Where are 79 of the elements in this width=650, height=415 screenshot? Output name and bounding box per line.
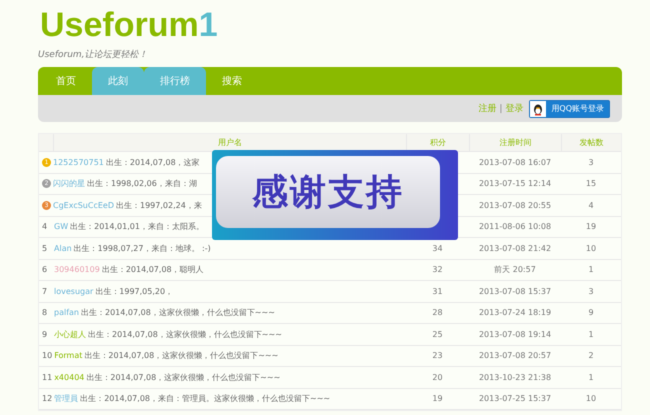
- posts-cell-text: 10: [584, 394, 598, 404]
- rank-number: 9: [42, 330, 48, 339]
- rank-number: 10: [42, 351, 52, 360]
- user-name-link[interactable]: Alan: [54, 244, 72, 253]
- registered-cell-text: 2013-07-08 16:07: [478, 158, 552, 167]
- user-name-link[interactable]: 闪闪的星: [53, 178, 85, 190]
- rank-number: 4: [42, 222, 48, 232]
- user-bio: 出生：2014,07,08，来自：管理員。这家伙很懒，什么也没留下~~~: [80, 393, 330, 404]
- user-bio: 出生：2014,07,08，这家伙很懒，什么也没留下~~~: [86, 372, 280, 383]
- nav-tab[interactable]: 搜索: [206, 67, 258, 95]
- user-name-link[interactable]: 小心超人: [54, 328, 86, 340]
- user-bio: 出生：1997,02,24，来: [116, 200, 202, 211]
- nav-tab[interactable]: 排行榜: [144, 67, 206, 95]
- posts-cell-text: 1: [587, 265, 595, 274]
- score-cell-text: 28: [431, 308, 444, 318]
- rank-number: 8: [42, 308, 48, 318]
- registered-cell-text: 2013-07-08 20:57: [478, 351, 552, 360]
- posts-cell-text: 15: [584, 179, 598, 188]
- user-bio: 出生：1998,02,06，来自：湖: [87, 178, 197, 190]
- column-header: 注册时间: [469, 134, 561, 151]
- posts-cell-text: 2: [587, 351, 595, 360]
- nav-tab[interactable]: 首页: [40, 67, 92, 95]
- score-cell-text: 23: [431, 351, 444, 360]
- user-bio: 出生：2014,07,08，这家伙很懒，什么也没留下~~~: [84, 350, 278, 362]
- registered-cell-text: 2011-08-06 10:08: [478, 222, 552, 232]
- user-name-link[interactable]: 管理員: [54, 393, 78, 404]
- posts-cell-text: 4: [587, 200, 595, 210]
- score-cell-text: 19: [431, 394, 444, 404]
- user-bio: 出生：2014,01,01，来自：太阳系。: [70, 221, 204, 232]
- rank-number: 5: [42, 244, 48, 253]
- user-name-link[interactable]: 309460109: [54, 265, 100, 274]
- user-bio: 出生：2014,07,08，这家伙很懒，什么也没留下~~~: [88, 328, 282, 340]
- user-name-link[interactable]: 1252570751: [53, 158, 104, 167]
- separator: |: [499, 104, 502, 114]
- qq-login-button[interactable]: 用QQ账号登录: [529, 100, 610, 118]
- user-name-link[interactable]: lovesugar: [54, 286, 94, 296]
- posts-cell-text: 10: [584, 244, 598, 253]
- posts-cell-text: 19: [584, 222, 598, 232]
- posts-cell-text: 9: [587, 308, 595, 318]
- posts-cell-text: 3: [587, 158, 595, 167]
- registered-cell-text: 2013-07-08 20:55: [478, 200, 552, 210]
- registered-cell-text: 2013-07-24 18:19: [478, 308, 552, 318]
- rank-number: 12: [42, 394, 52, 404]
- registered-cell-text: 2013-10-23 21:38: [478, 372, 552, 382]
- user-name-link[interactable]: palfan: [54, 308, 79, 318]
- user-bio: 出生：2014,07,08，这家伙很懒，什么也没留下~~~: [81, 307, 275, 318]
- tagline: Useforum,让论坛更轻松！: [38, 48, 149, 61]
- penguin-icon: [530, 100, 546, 116]
- posts-cell-text: 3: [587, 286, 595, 296]
- registered-cell-text: 前天 20:57: [493, 264, 537, 276]
- score-cell-text: 32: [431, 265, 444, 274]
- nav-tab[interactable]: 此刻: [92, 67, 144, 95]
- registered-cell-text: 2013-07-08 19:14: [478, 330, 552, 339]
- score-cell-text: 25: [431, 330, 444, 339]
- login-link[interactable]: 登录: [505, 102, 524, 115]
- score-cell-text: 34: [431, 244, 444, 253]
- registered-cell-text: 2013-07-15 12:14: [478, 179, 552, 188]
- rank-number: 7: [42, 286, 48, 296]
- user-bio: 出生：1997,05,20，: [95, 286, 174, 297]
- user-name-link[interactable]: GW: [54, 222, 68, 232]
- user-name-link[interactable]: CgExcSuCcEeD: [53, 200, 114, 210]
- user-bio: 出生：2014,07,08，这家: [106, 156, 200, 168]
- posts-cell-text: 1: [587, 372, 595, 382]
- registered-cell-text: 2013-07-08 21:42: [478, 244, 552, 253]
- score-cell-text: 20: [431, 372, 444, 382]
- user-bio: 出生：1998,07,27，来自：地球。 :-): [74, 242, 211, 254]
- column-header: 发帖数: [561, 134, 621, 151]
- rank-number: 6: [42, 265, 48, 274]
- score-cell-text: 31: [431, 286, 444, 296]
- banner-text: 感谢支持: [216, 156, 440, 228]
- registered-cell-text: 2013-07-08 15:37: [478, 286, 552, 296]
- posts-cell-text: 1: [587, 330, 595, 339]
- rank-number: 11: [42, 372, 52, 382]
- user-bio: 出生：2014,07,08，聪明人: [102, 264, 204, 276]
- user-name-link[interactable]: Format: [54, 351, 82, 360]
- registered-cell-text: 2013-07-25 15:37: [478, 394, 552, 404]
- user-name-link[interactable]: x40404: [54, 372, 84, 382]
- register-link[interactable]: 注册: [478, 102, 496, 115]
- site-logo[interactable]: Useforum1: [40, 0, 622, 44]
